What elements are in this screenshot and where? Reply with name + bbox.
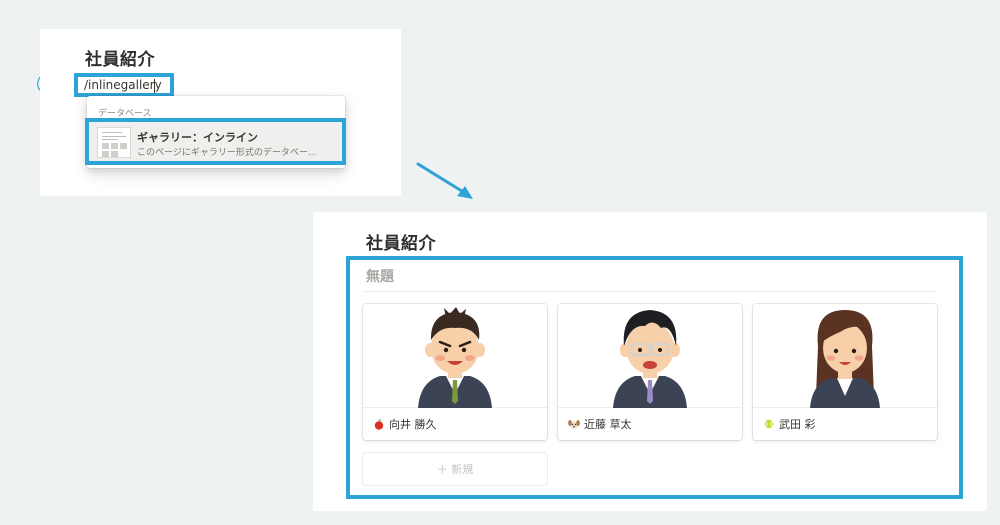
gallery-card[interactable]: 近藤 草太	[558, 304, 742, 440]
card-cover	[558, 304, 742, 408]
dog-icon	[567, 417, 581, 431]
man-with-glasses-portrait-icon	[613, 310, 687, 408]
slash-command-menu: データベース ギャラリー：インライン このページにギャラリー形式のデータベー..…	[85, 96, 346, 168]
card-footer: 向井 勝久	[363, 408, 547, 440]
card-name: 向井 勝久	[389, 418, 437, 431]
menu-item-title: ギャラリー：インライン	[137, 131, 258, 144]
page-title: 社員紹介	[366, 234, 436, 254]
divider	[364, 291, 935, 292]
arrow-icon	[416, 162, 473, 199]
inline-gallery: 無題 向井 勝久 近藤 草太 武田 彩 ＋ 新規	[346, 256, 963, 499]
menu-item-description: このページにギャラリー形式のデータベー...	[137, 148, 317, 158]
card-cover	[753, 304, 937, 408]
page-title: 社員紹介	[85, 50, 155, 70]
command-input-text: /inlinegallery	[84, 78, 162, 92]
gallery-card[interactable]: 向井 勝久	[363, 304, 547, 440]
tennis-ball-icon	[762, 417, 776, 431]
gallery-card[interactable]: 武田 彩	[753, 304, 937, 440]
card-name: 武田 彩	[779, 418, 816, 431]
card-name: 近藤 草太	[584, 418, 632, 431]
apple-icon	[372, 417, 386, 431]
card-footer: 武田 彩	[753, 408, 937, 440]
card-cover	[363, 304, 547, 408]
command-input[interactable]: /inlinegallery	[74, 73, 174, 97]
gallery-thumbnail-icon	[97, 127, 131, 158]
woman-portrait-icon	[810, 310, 880, 408]
gallery-title[interactable]: 無題	[366, 266, 394, 286]
card-footer: 近藤 草太	[558, 408, 742, 440]
man-portrait-icon	[418, 307, 492, 408]
menu-item-inline-gallery[interactable]: ギャラリー：インライン このページにギャラリー形式のデータベー...	[85, 118, 346, 165]
new-card-button[interactable]: ＋ 新規	[363, 453, 547, 485]
text-caret	[154, 79, 155, 93]
